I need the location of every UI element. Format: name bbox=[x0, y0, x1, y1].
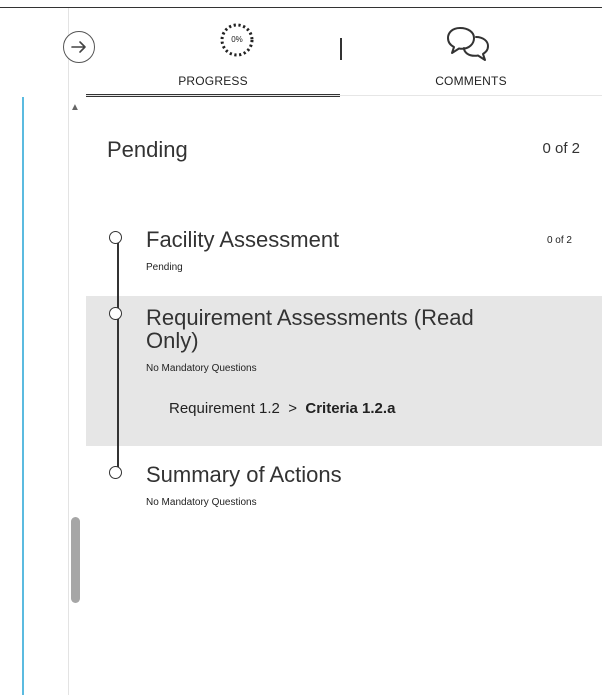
item-status: No Mandatory Questions bbox=[146, 497, 257, 508]
scroll-up-triangle-icon[interactable]: ▲ bbox=[69, 102, 81, 114]
timeline-line bbox=[117, 238, 119, 470]
speech-bubbles-icon bbox=[446, 24, 492, 64]
breadcrumb-current[interactable]: Criteria 1.2.a bbox=[305, 400, 395, 417]
tabs-divider bbox=[86, 95, 602, 96]
breadcrumb-parent[interactable]: Requirement 1.2 bbox=[169, 400, 280, 417]
timeline-node bbox=[109, 466, 122, 479]
progress-percent: 0% bbox=[231, 35, 243, 44]
timeline-node bbox=[109, 307, 122, 320]
item-count: 0 of 2 bbox=[546, 235, 572, 246]
left-accent-line bbox=[22, 97, 24, 695]
breadcrumb[interactable]: Requirement 1.2 > Criteria 1.2.a bbox=[169, 400, 395, 417]
arrow-right-icon bbox=[71, 41, 86, 53]
tab-comments[interactable]: COMMENTS bbox=[340, 8, 602, 94]
item-status: No Mandatory Questions bbox=[146, 363, 257, 374]
progress-ring-icon: 0% bbox=[218, 21, 256, 59]
item-status: Pending bbox=[146, 262, 183, 273]
item-requirement-assessments-line1[interactable]: Requirement Assessments (Read bbox=[146, 307, 474, 329]
section-count: 0 of 2 bbox=[542, 140, 580, 157]
item-facility-assessment[interactable]: Facility Assessment bbox=[146, 229, 339, 251]
section-title: Pending bbox=[107, 137, 188, 162]
tab-comments-label: COMMENTS bbox=[435, 74, 507, 88]
tab-progress-label: PROGRESS bbox=[178, 74, 248, 88]
tab-progress[interactable]: 0% PROGRESS bbox=[86, 8, 340, 97]
item-requirement-assessments-line2[interactable]: Only) bbox=[146, 330, 199, 352]
scrollbar-thumb[interactable] bbox=[71, 517, 80, 603]
timeline-node bbox=[109, 231, 122, 244]
top-border bbox=[0, 0, 602, 8]
item-summary-of-actions[interactable]: Summary of Actions bbox=[146, 464, 342, 486]
breadcrumb-separator: > bbox=[288, 400, 298, 417]
